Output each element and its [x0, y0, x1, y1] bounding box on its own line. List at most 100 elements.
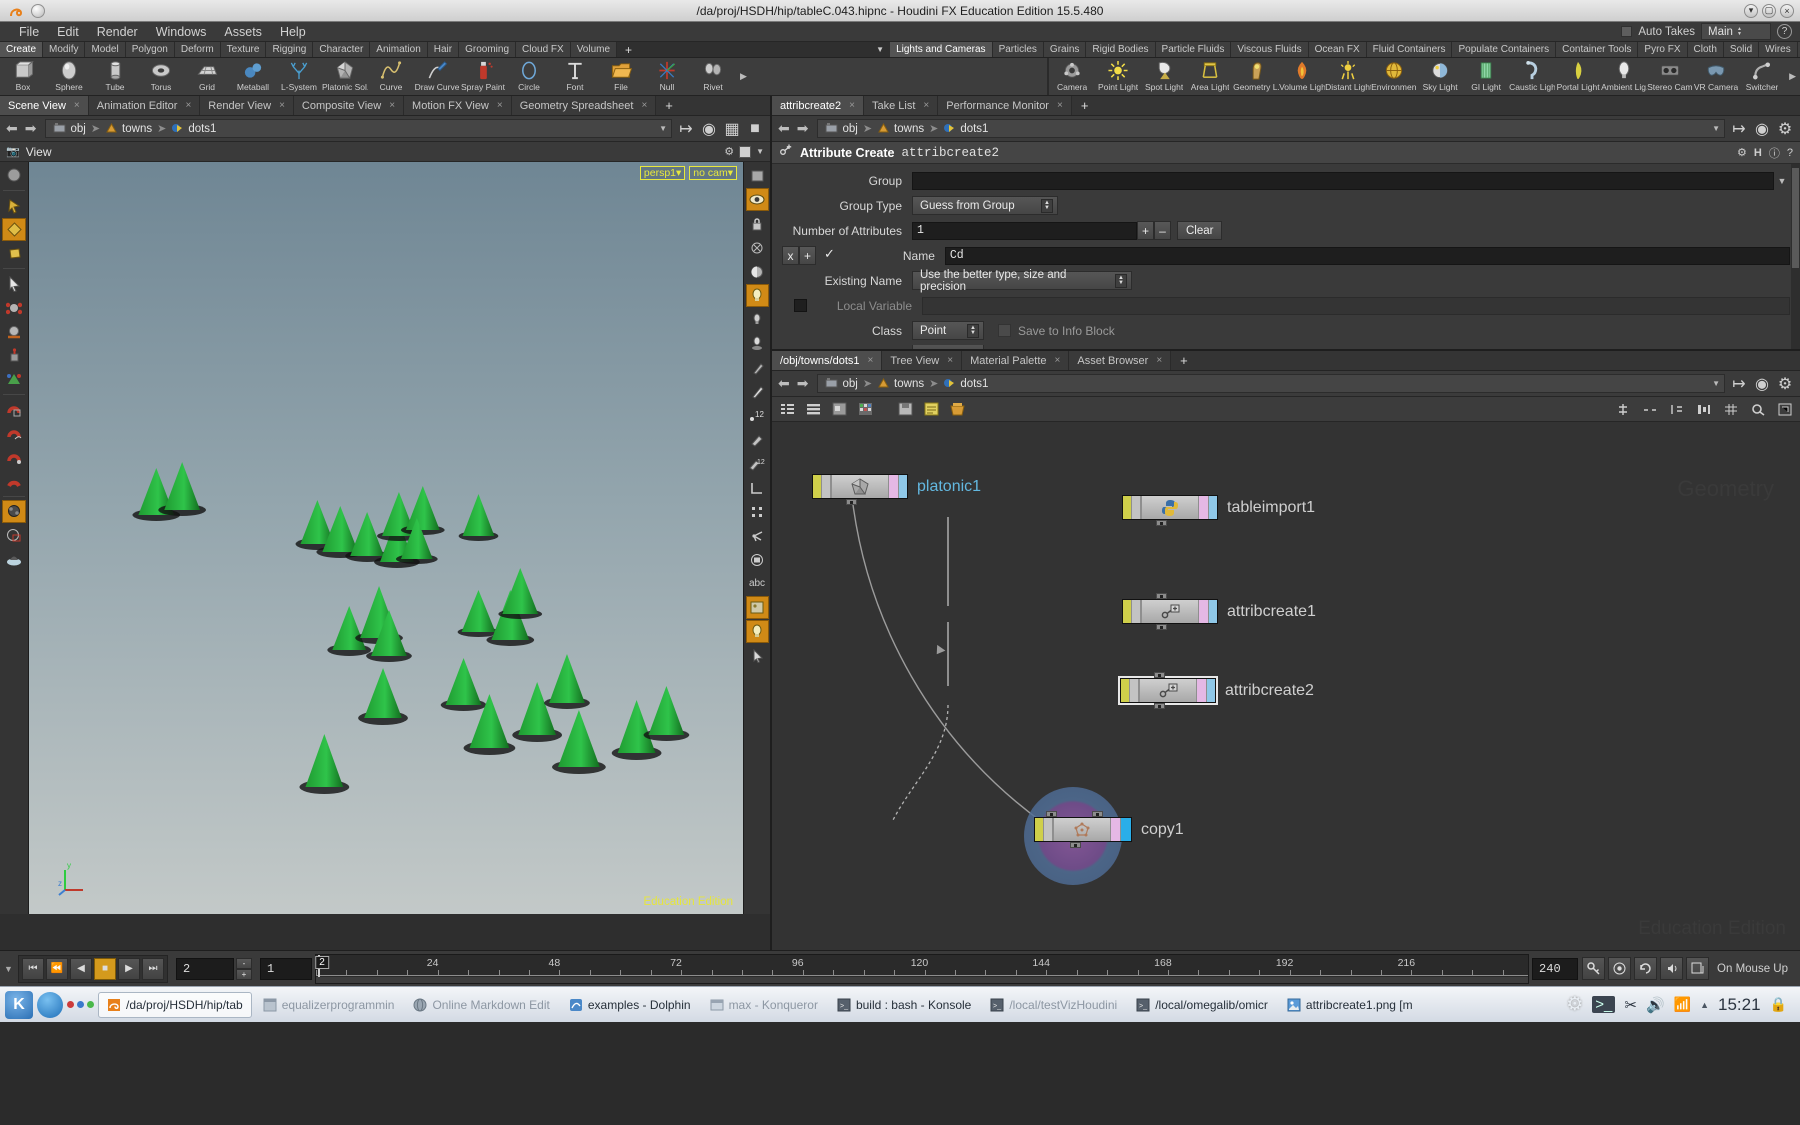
shelf-tab-particle-fluids[interactable]: Particle Fluids: [1155, 42, 1232, 57]
shelf-tab-solid[interactable]: Solid: [1723, 42, 1760, 57]
camera-lock-selector[interactable]: no cam▾: [689, 166, 737, 180]
add-tab-button[interactable]: +: [1072, 96, 1098, 115]
scale-tool-icon[interactable]: [2, 368, 26, 391]
shelf-button-l-system[interactable]: L-System: [276, 58, 322, 95]
insert-multiparm-button[interactable]: +: [799, 246, 816, 265]
node-bypass-flag[interactable]: [1123, 600, 1132, 623]
network-distribute-icon[interactable]: [1695, 400, 1713, 418]
back-arrow-icon[interactable]: ⬅: [778, 375, 790, 392]
network-note-icon[interactable]: [922, 400, 940, 418]
taskbar-task[interactable]: equalizerprogrammin: [255, 992, 403, 1018]
network-grid-toggle-icon[interactable]: [1722, 400, 1740, 418]
ghost-icon[interactable]: [746, 236, 769, 259]
key-icon[interactable]: [1582, 957, 1606, 980]
shelf-tab-model[interactable]: Model: [85, 42, 126, 57]
close-icon[interactable]: ×: [1156, 351, 1162, 371]
view-options-icon[interactable]: ⚙: [724, 145, 734, 158]
shelf-tab-cloth[interactable]: Cloth: [1687, 42, 1724, 57]
lock-icon[interactable]: [746, 212, 769, 235]
add-tab-button[interactable]: +: [1171, 351, 1197, 370]
layout-icon[interactable]: ■: [746, 120, 764, 138]
shelf-tab-lights-and-cameras[interactable]: Lights and Cameras: [890, 42, 993, 57]
group-picker-icon[interactable]: ▼: [1774, 176, 1790, 186]
tab-asset-browser[interactable]: Asset Browser ×: [1069, 351, 1172, 371]
normals-icon[interactable]: [746, 524, 769, 547]
shelf-button-file[interactable]: File: [598, 58, 644, 95]
close-icon[interactable]: ×: [1057, 96, 1063, 116]
close-icon[interactable]: ×: [641, 96, 647, 116]
menu-item-help[interactable]: Help: [271, 22, 315, 42]
select-dynamics-icon[interactable]: [2, 242, 26, 265]
taskbar-task[interactable]: >_ /local/testVizHoudini: [982, 992, 1125, 1018]
network-toolbar-right[interactable]: [1614, 400, 1794, 418]
jump-to-start-button[interactable]: ⏮: [22, 957, 44, 980]
taskbar-task[interactable]: /da/proj/HSDH/hip/tab: [98, 991, 252, 1018]
node-bypass-flag[interactable]: [1035, 818, 1044, 841]
terminal-icon[interactable]: >_: [1592, 996, 1616, 1013]
light-shadow-icon[interactable]: [746, 332, 769, 355]
network-dash-icon[interactable]: [1641, 400, 1659, 418]
shelf-tab-volume[interactable]: Volume: [570, 42, 618, 57]
node-box[interactable]: [1118, 676, 1218, 705]
shelf-tab-deform[interactable]: Deform: [174, 42, 221, 57]
select-objects-icon[interactable]: [2, 194, 26, 217]
playbar-collapse-icon[interactable]: ▼: [4, 964, 18, 974]
node-display-flag[interactable]: [1209, 496, 1217, 519]
help-icon[interactable]: ?: [1777, 24, 1792, 39]
take-selector[interactable]: Main ▲ ▼: [1701, 23, 1771, 40]
network-save-icon[interactable]: [896, 400, 914, 418]
shelf-tab-wires[interactable]: Wires: [1759, 42, 1798, 57]
node-input-connector-1[interactable]: [1092, 811, 1103, 817]
firefox-icon[interactable]: [37, 991, 63, 1018]
shelf-tab-rigid-bodies[interactable]: Rigid Bodies: [1086, 42, 1156, 57]
tray-expand-icon[interactable]: ▲: [1700, 1000, 1709, 1010]
breadcrumb-item-obj[interactable]: obj: [50, 122, 88, 135]
shelf-tab-modify[interactable]: Modify: [43, 42, 86, 57]
tab-obj-towns-dots1[interactable]: /obj/towns/dots1 ×: [772, 351, 883, 371]
shelf-overflow-arrow-icon[interactable]: ▶: [736, 58, 751, 95]
shelf-tab-grains[interactable]: Grains: [1043, 42, 1087, 57]
delete-multiparm-button[interactable]: x: [782, 246, 799, 265]
render-region-icon[interactable]: [2, 524, 26, 547]
bounding-box-icon[interactable]: [746, 500, 769, 523]
range-end-input[interactable]: 240: [1532, 957, 1579, 980]
shelf-button-area-light[interactable]: Area Light: [1187, 58, 1233, 95]
node-render-flag[interactable]: [1111, 818, 1121, 841]
shelf-button-camera[interactable]: Camera: [1049, 58, 1095, 95]
node-input-connector[interactable]: [1154, 672, 1165, 678]
display-flag-icon[interactable]: [745, 188, 769, 211]
lights-off-icon[interactable]: [746, 308, 769, 331]
node-render-flag[interactable]: [1199, 600, 1209, 623]
close-icon[interactable]: ×: [868, 351, 874, 371]
breadcrumb[interactable]: obj ➤ towns ➤ dots1 ▼: [817, 119, 1725, 138]
snapshot-icon[interactable]: [1686, 957, 1710, 980]
shelf-left-dropdown-icon[interactable]: ▼: [640, 42, 891, 57]
node-lock-flag[interactable]: [1132, 496, 1141, 519]
cursor-select-icon[interactable]: [746, 644, 769, 667]
taskbar-task[interactable]: examples - Dolphin: [561, 992, 699, 1018]
node-bypass-flag[interactable]: [813, 475, 822, 498]
info-icon[interactable]: ⓘ: [1769, 145, 1780, 161]
shelf-button-ambient-lig-[interactable]: Ambient Lig...: [1601, 58, 1647, 95]
shelf-add-tab-button[interactable]: +: [617, 42, 641, 57]
network-node-copy1[interactable]: copy1: [1034, 817, 1184, 842]
node-box[interactable]: [1034, 817, 1132, 842]
network-layout-icon[interactable]: [1668, 400, 1686, 418]
enable-check-icon[interactable]: ✓: [824, 246, 835, 265]
shelf-tab-fluid-containers[interactable]: Fluid Containers: [1366, 42, 1453, 57]
help-icon[interactable]: ?: [1787, 147, 1793, 159]
display-options-icon[interactable]: [746, 164, 769, 187]
shelf-tab-viscous-fluids[interactable]: Viscous Fluids: [1231, 42, 1309, 57]
number-of-attributes-input[interactable]: 1: [912, 221, 1137, 240]
shelf-button-stereo-cam-[interactable]: Stereo Cam...: [1647, 58, 1693, 95]
close-icon[interactable]: ×: [947, 351, 953, 371]
point-number-icon[interactable]: 12: [746, 404, 769, 427]
node-label-platonic1[interactable]: platonic1: [917, 478, 981, 496]
type-dropdown[interactable]: [912, 345, 984, 349]
menu-item-assets[interactable]: Assets: [215, 22, 271, 42]
view-header-controls[interactable]: ⚙ ▼: [724, 145, 764, 158]
close-icon[interactable]: ×: [279, 96, 285, 116]
network-canvas[interactable]: Geometry Education Edition platonic1 tab…: [772, 422, 1800, 950]
scissors-icon[interactable]: ✂: [1624, 996, 1637, 1014]
play-button[interactable]: ■: [94, 957, 116, 980]
